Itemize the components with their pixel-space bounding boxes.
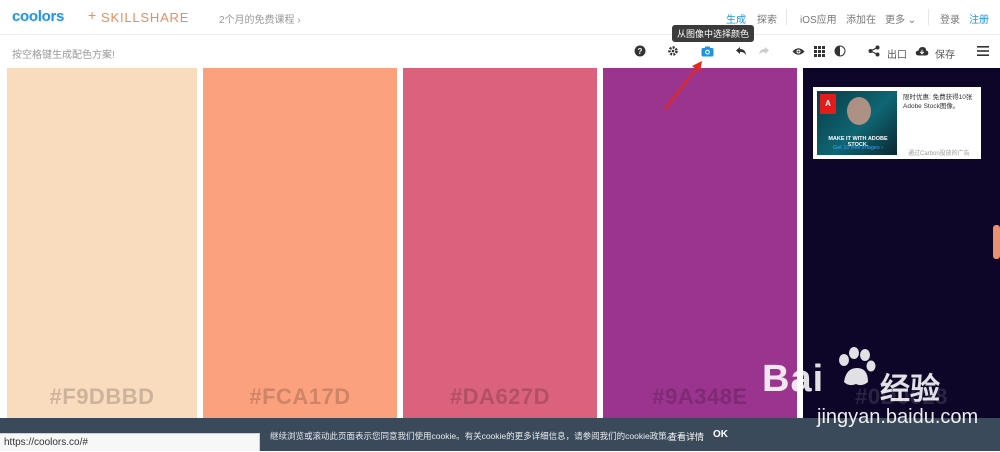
ad-cta[interactable]: Get 10 free images › [819,145,897,151]
watermark-url: jingyan.baidu.com [817,406,979,428]
toolbar: 按空格键生成配色方案! ? 出口 保存 [0,35,1000,68]
skillshare-logo[interactable]: SKILLSHARE [101,10,189,25]
ad-text[interactable]: 限时优惠: 免费获得10张Adobe Stock图像。 [903,93,977,111]
top-navbar: coolors + SKILLSHARE 2个月的免费课程 › 生成 探索 iO… [0,0,1000,35]
adobe-stock-ad[interactable]: A MAKE IT WITH ADOBE STOCK. Get 10 free … [813,87,981,159]
logo-plus: + [88,7,97,23]
svg-text:?: ? [638,47,643,56]
redo-icon[interactable] [756,44,772,58]
paw-icon [839,347,876,386]
ad-image[interactable]: A MAKE IT WITH ADOBE STOCK. Get 10 free … [817,91,897,155]
ad-via-carbon[interactable]: 通过Carbon投放的广告 [908,148,970,157]
undo-icon[interactable] [733,44,749,58]
nav-divider [786,9,787,25]
nav-divider [928,9,929,25]
grid-icon[interactable] [811,44,827,58]
hex-code[interactable]: #DA627D [403,384,597,410]
cookie-ok-button[interactable]: OK [713,429,728,440]
menu-icon[interactable] [975,44,991,58]
promo-link[interactable]: 2个月的免费课程 › [219,11,301,26]
nav-signup[interactable]: 注册 [969,11,989,26]
baidu-watermark: Bai 经验 jingyan.baidu.com [752,342,992,442]
ad-portrait [847,97,871,125]
annotation-arrow [664,61,702,110]
coolors-logo[interactable]: coolors [12,8,64,25]
eye-icon[interactable] [790,44,806,58]
export-label[interactable]: 出口 [887,46,907,61]
nav-add-on[interactable]: 添加在 [846,11,876,26]
adobe-logo-icon: A [820,94,836,114]
hex-code[interactable]: #F9DBBD [7,384,197,410]
cloud-save-icon[interactable] [914,44,930,58]
help-icon[interactable]: ? [632,44,648,58]
tooltip-pick-from-image: 从图像中选择颜色 [672,25,755,42]
share-icon[interactable] [866,44,882,58]
scrollbar-thumb[interactable] [993,225,1000,259]
save-label[interactable]: 保存 [935,46,955,61]
nav-explore[interactable]: 探索 [757,11,777,26]
watermark-brand: Bai [762,358,825,400]
palette-column[interactable]: #DA627D [403,68,597,418]
nav-more[interactable]: 更多 ⌄ [885,11,916,26]
browser-status-url: https://coolors.co/# [0,433,260,451]
watermark-cn: 经验 [880,373,940,406]
space-hint: 按空格键生成配色方案! [12,50,115,61]
palette-column[interactable]: #F9DBBD [7,68,197,418]
palette-column[interactable]: #FCA17D [203,68,397,418]
nav-ios-app[interactable]: iOS应用 [800,11,837,26]
cookie-text: 继续浏览或滚动此页面表示您同意我们使用cookie。有关cookie的更多详细信… [270,431,676,441]
nav-generate[interactable]: 生成 [726,11,746,26]
hex-code[interactable]: #FCA17D [203,384,397,410]
contrast-icon[interactable] [832,44,848,58]
nav-login[interactable]: 登录 [940,11,960,26]
cookie-details-link[interactable]: 查看详情 [668,430,704,443]
